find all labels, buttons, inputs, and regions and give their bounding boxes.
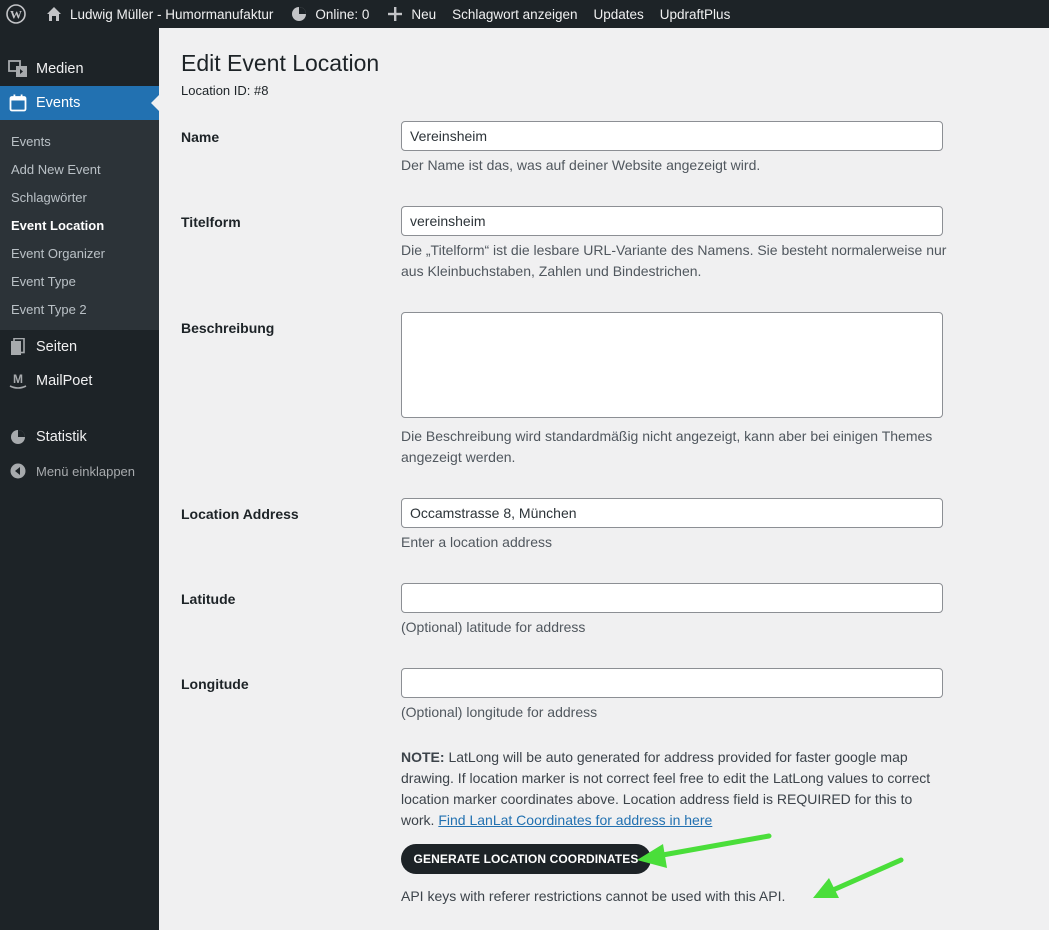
pages-icon — [0, 338, 36, 356]
home-icon — [44, 4, 64, 24]
mailpoet-icon: M — [0, 372, 36, 390]
generate-coordinates-button[interactable]: GENERATE LOCATION COORDINATES — [401, 844, 651, 874]
admin-sidebar: Medien Events Events Add New Event Schla… — [0, 28, 159, 930]
annotation-arrow-api-note — [813, 857, 904, 898]
svg-text:W: W — [10, 8, 22, 22]
latitude-label: Latitude — [181, 591, 236, 607]
calendar-icon — [0, 94, 36, 112]
api-key-note: API keys with referer restrictions canno… — [401, 888, 786, 904]
name-description: Der Name ist das, was auf deiner Website… — [401, 157, 761, 173]
submenu-item-tags[interactable]: Schlagwörter — [0, 183, 159, 211]
location-id: Location ID: #8 — [181, 83, 269, 98]
menu-mailpoet-label: MailPoet — [36, 373, 93, 389]
site-name-label: Ludwig Müller - Humormanufaktur — [70, 6, 274, 22]
description-label: Beschreibung — [181, 320, 275, 336]
address-input[interactable]: Occamstrasse 8, München — [401, 498, 943, 528]
menu-statistics-label: Statistik — [36, 429, 87, 445]
name-input[interactable]: Vereinsheim — [401, 121, 943, 151]
longitude-description: (Optional) longitude for address — [401, 704, 598, 720]
wordpress-logo-icon[interactable]: W — [0, 0, 36, 28]
menu-mailpoet[interactable]: M MailPoet — [0, 364, 159, 398]
latitude-input[interactable] — [401, 583, 943, 613]
pie-chart-icon — [289, 4, 309, 24]
menu-statistics[interactable]: Statistik — [0, 420, 159, 454]
view-tag-link[interactable]: Schlagwort anzeigen — [444, 0, 585, 28]
longitude-input[interactable] — [401, 668, 943, 698]
statistics-pie-icon — [0, 429, 36, 445]
longitude-label: Longitude — [181, 676, 249, 692]
online-users-label: Online: 0 — [315, 6, 370, 22]
annotation-arrow-button — [637, 833, 772, 868]
collapse-menu-label: Menü einklappen — [36, 463, 136, 479]
admin-bar: W Ludwig Müller - Humormanufaktur Online… — [0, 0, 1049, 28]
page-title: Edit Event Location — [181, 50, 380, 76]
menu-events-label: Events — [36, 95, 81, 111]
menu-events[interactable]: Events — [0, 86, 159, 120]
online-users-item[interactable]: Online: 0 — [281, 0, 377, 28]
new-content-item[interactable]: Neu — [377, 0, 444, 28]
submenu-item-event-type-2[interactable]: Event Type 2 — [0, 295, 159, 323]
site-name-link[interactable]: Ludwig Müller - Humormanufaktur — [36, 0, 281, 28]
menu-media[interactable]: Medien — [0, 52, 159, 86]
submenu-item-event-type[interactable]: Event Type — [0, 267, 159, 295]
address-label: Location Address — [181, 506, 299, 522]
address-description: Enter a location address — [401, 534, 552, 550]
menu-media-label: Medien — [36, 61, 84, 77]
submenu-item-add-new-event[interactable]: Add New Event — [0, 155, 159, 183]
events-submenu: Events Add New Event Schlagwörter Event … — [0, 120, 159, 330]
slug-label: Titelform — [181, 214, 241, 230]
slug-description: Die „Titelform“ ist die lesbare URL-Vari… — [401, 242, 947, 279]
menu-pages[interactable]: Seiten — [0, 330, 159, 364]
latitude-description: (Optional) latitude for address — [401, 619, 586, 635]
submenu-item-event-location[interactable]: Event Location — [0, 211, 159, 239]
new-content-label: Neu — [411, 6, 437, 22]
plus-icon — [385, 4, 405, 24]
name-label: Name — [181, 129, 220, 145]
collapse-arrow-icon — [0, 463, 36, 479]
submenu-item-events[interactable]: Events — [0, 127, 159, 155]
updraftplus-link[interactable]: UpdraftPlus — [652, 0, 739, 28]
menu-pages-label: Seiten — [36, 339, 78, 355]
submenu-item-event-organizer[interactable]: Event Organizer — [0, 239, 159, 267]
latlong-note: NOTE: LatLong will be auto generated for… — [401, 747, 949, 831]
slug-input[interactable]: vereinsheim — [401, 206, 943, 236]
main-content: Edit Event Location Location ID: #8 Name… — [159, 28, 1049, 930]
description-textarea[interactable] — [401, 312, 943, 418]
collapse-menu-button[interactable]: Menü einklappen — [0, 454, 159, 488]
svg-text:M: M — [13, 372, 23, 386]
find-coordinates-link[interactable]: Find LanLat Coordinates for address in h… — [438, 812, 712, 828]
description-help: Die Beschreibung wird standardmäßig nich… — [401, 428, 933, 465]
note-strong-label: NOTE: — [401, 749, 445, 765]
updates-link[interactable]: Updates — [585, 0, 651, 28]
media-icon — [0, 60, 36, 78]
